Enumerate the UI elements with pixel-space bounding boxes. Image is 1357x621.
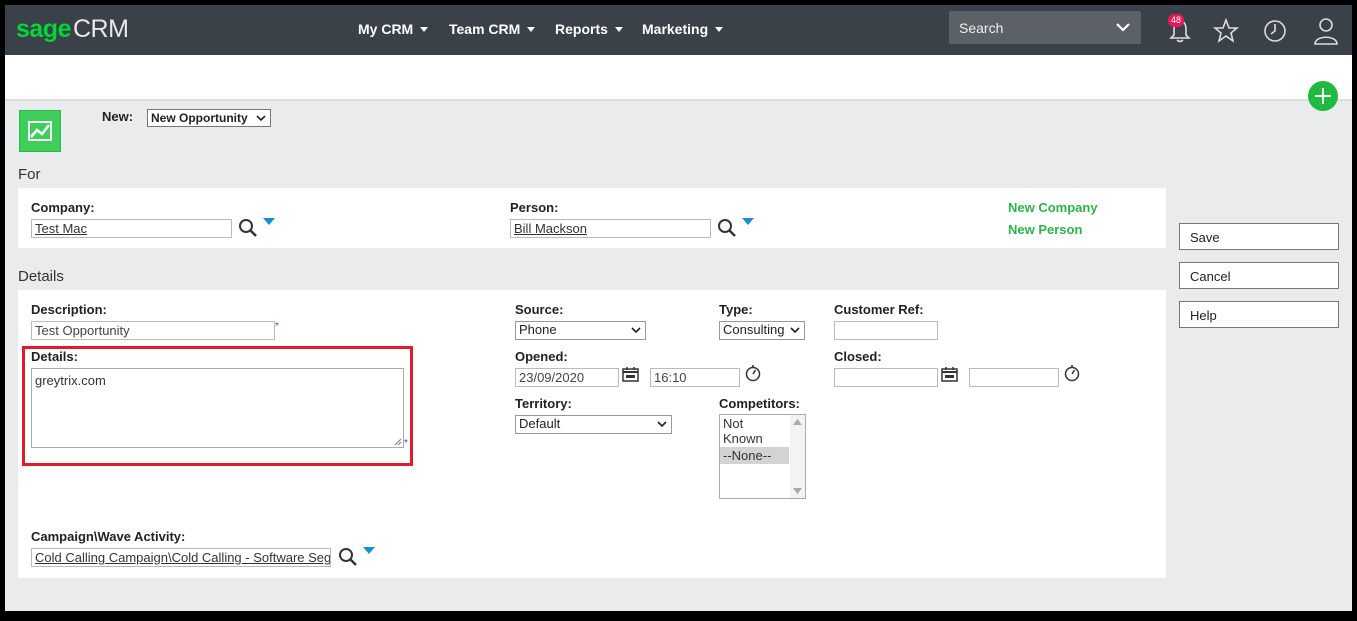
details-text: greytrix.com [35,373,106,388]
logo-crm-text: CRM [72,15,129,43]
logo-sage-text: sage [16,15,71,43]
nav-team-crm-label: Team CRM [449,21,521,37]
opened-time-field[interactable]: 16:10 [650,368,740,387]
caret-down-icon [527,27,536,32]
competitors-listbox[interactable]: Not Known --None-- [719,414,806,499]
cancel-button-label: Cancel [1190,269,1231,284]
campaign-label: Campaign\Wave Activity: [31,529,186,544]
chevron-down-icon [256,115,266,122]
closed-label: Closed: [834,349,882,364]
help-button-label: Help [1190,308,1217,323]
description-label: Description: [31,302,107,317]
search-icon[interactable] [238,218,258,238]
details-textarea[interactable]: greytrix.com [31,368,404,448]
new-entity-select-value: New Opportunity [151,111,248,125]
save-button[interactable]: Save [1179,223,1339,250]
opportunity-entity-icon [19,110,61,152]
context-header-area [5,55,1352,101]
new-label: New: [102,109,134,124]
save-button-label: Save [1190,230,1220,245]
type-select[interactable]: Consulting [719,321,805,340]
top-navigation-bar: sageCRM My CRM Team CRM Reports Marketin… [5,5,1352,55]
chevron-down-icon [790,327,800,334]
closed-time-field[interactable] [969,368,1059,387]
cancel-button[interactable]: Cancel [1179,262,1339,289]
details-section-title: Details [18,268,64,285]
for-section-title: For [18,166,41,183]
new-person-link[interactable]: New Person [1008,222,1082,237]
opened-label: Opened: [515,349,568,364]
nav-reports-label: Reports [555,21,608,37]
search-input[interactable] [957,19,1111,37]
company-field[interactable]: Test Mac [31,219,232,238]
for-panel [18,188,1166,248]
company-dropdown-icon[interactable] [263,218,275,225]
notification-count-badge: 48 [1168,14,1185,27]
description-field[interactable]: Test Opportunity [31,321,275,340]
campaign-field[interactable]: Cold Calling Campaign\Cold Calling - Sof… [31,548,331,567]
nav-marketing-label: Marketing [642,21,709,37]
competitors-label: Competitors: [719,396,800,411]
recent-clock-icon[interactable] [1262,18,1288,44]
caret-down-icon [614,27,623,32]
search-icon[interactable] [338,547,358,567]
add-new-button[interactable] [1308,81,1338,111]
trend-chart-icon [28,121,52,141]
opened-date-field[interactable]: 23/09/2020 [515,368,619,387]
nav-team-crm[interactable]: Team CRM [449,21,536,37]
nav-my-crm-label: My CRM [358,21,414,37]
time-picker-icon[interactable] [745,365,761,382]
person-label: Person: [510,200,559,215]
territory-value: Default [519,416,561,431]
search-icon[interactable] [717,218,737,238]
new-company-link[interactable]: New Company [1008,200,1098,215]
scroll-down-icon[interactable] [793,488,802,494]
global-search[interactable] [949,11,1141,44]
company-label: Company: [31,200,95,215]
chevron-down-icon [657,421,667,428]
customer-ref-field[interactable] [834,321,938,340]
calendar-icon[interactable] [941,366,958,382]
campaign-dropdown-icon[interactable] [363,547,375,554]
user-profile-icon[interactable] [1312,16,1340,46]
resize-handle-icon[interactable] [394,438,402,446]
source-label: Source: [515,302,564,317]
customer-ref-label: Customer Ref: [834,302,924,317]
new-entity-select[interactable]: New Opportunity [147,109,271,127]
territory-select[interactable]: Default [515,415,672,434]
chevron-down-icon [631,327,641,334]
competitor-option[interactable]: Not Known [720,415,789,447]
app-window: sageCRM My CRM Team CRM Reports Marketin… [5,5,1352,611]
help-button[interactable]: Help [1179,301,1339,328]
closed-date-field[interactable] [834,368,938,387]
required-marker: * [404,438,408,449]
person-field[interactable]: Bill Mackson [510,219,711,238]
type-label: Type: [719,302,753,317]
source-select[interactable]: Phone [515,321,646,340]
sage-crm-logo[interactable]: sageCRM [16,15,129,44]
caret-down-icon [715,27,724,32]
details-label: Details: [31,349,78,364]
calendar-icon[interactable] [622,366,639,382]
type-value: Consulting [723,322,785,337]
time-picker-icon[interactable] [1064,365,1080,382]
scroll-up-icon[interactable] [793,419,802,425]
listbox-scrollbar[interactable] [790,415,805,498]
source-value: Phone [519,322,557,337]
territory-label: Territory: [515,396,572,411]
star-icon[interactable] [1213,18,1239,44]
nav-my-crm[interactable]: My CRM [358,21,429,37]
required-marker: * [275,321,279,332]
chevron-down-icon[interactable] [1115,21,1131,33]
nav-marketing[interactable]: Marketing [642,21,724,37]
caret-down-icon [420,27,429,32]
nav-reports[interactable]: Reports [555,21,623,37]
competitor-option[interactable]: --None-- [720,447,789,464]
person-dropdown-icon[interactable] [742,218,754,225]
